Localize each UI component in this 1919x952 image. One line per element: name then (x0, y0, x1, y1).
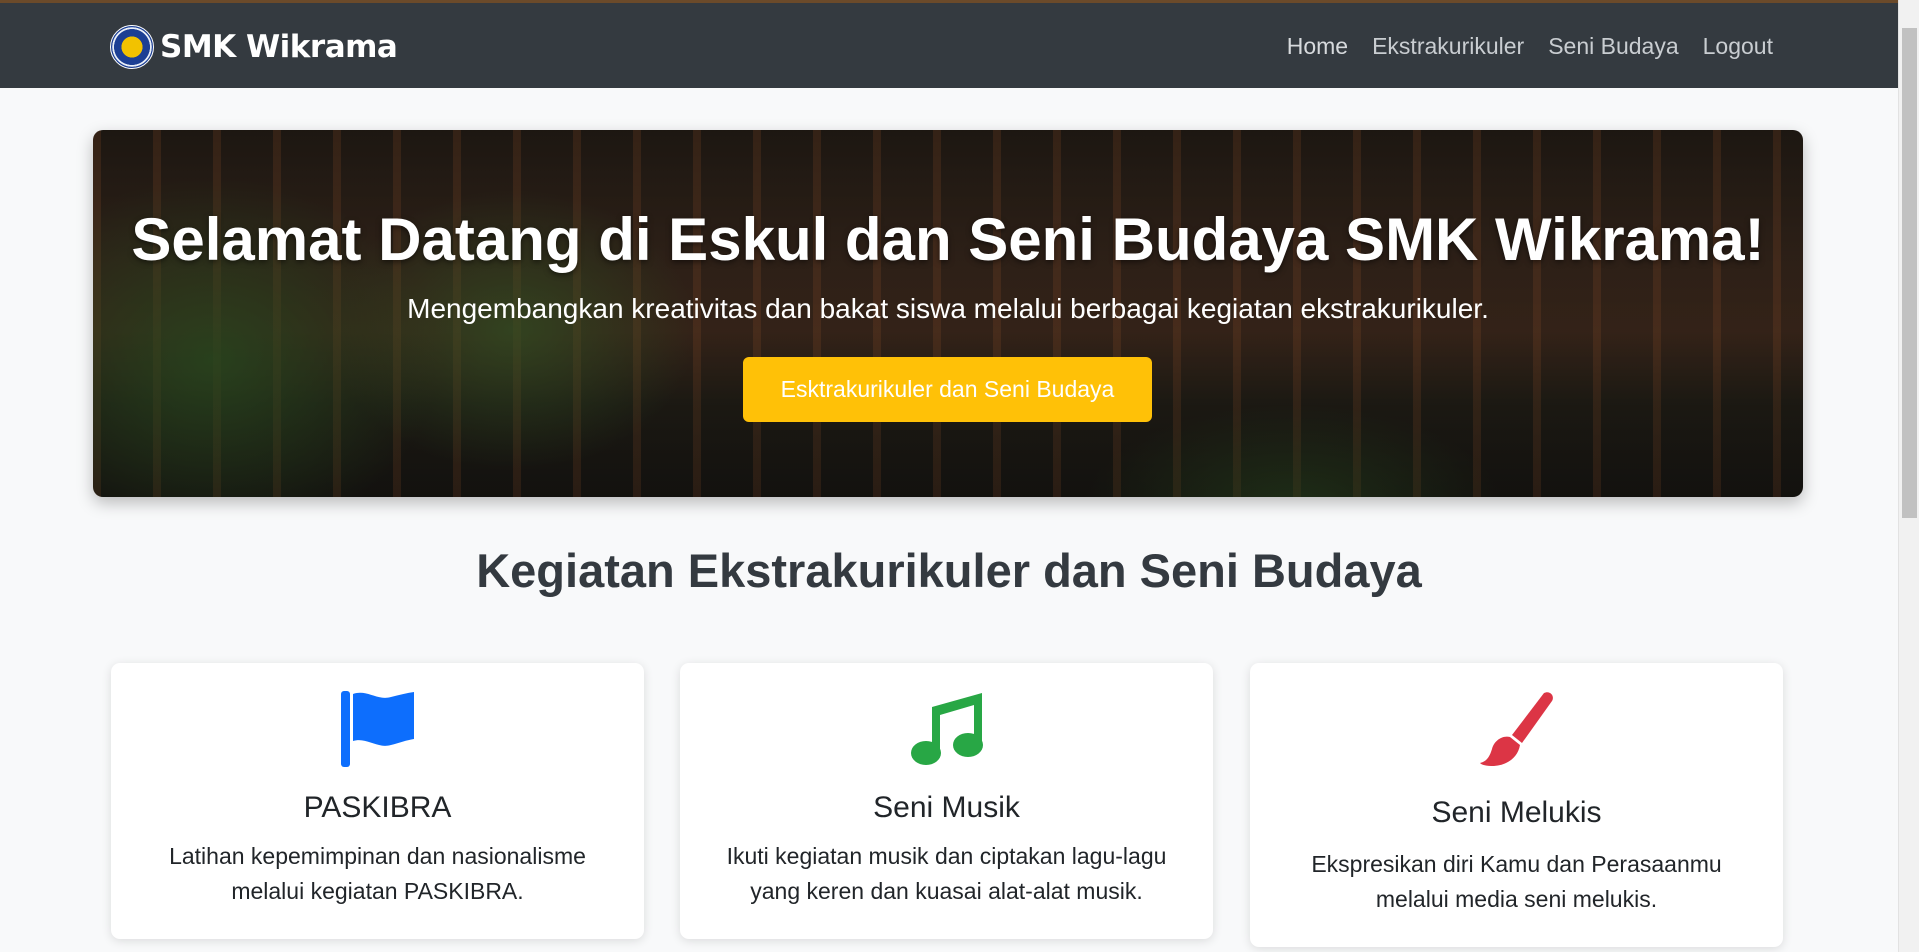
activity-card-seni-musik[interactable]: Seni Musik Ikuti kegiatan musik dan cipt… (680, 663, 1213, 939)
paintbrush-icon (1479, 691, 1554, 772)
activity-card-seni-melukis[interactable]: Seni Melukis Ekspresikan diri Kamu dan P… (1250, 663, 1783, 947)
vertical-scrollbar[interactable] (1898, 0, 1919, 952)
section-title: Kegiatan Ekstrakurikuler dan Seni Budaya (476, 544, 1422, 597)
brand-name: SMK Wikrama (160, 29, 398, 65)
nav-link-home[interactable]: Home (1287, 33, 1348, 60)
hero-cta-button[interactable]: Esktrakurikuler dan Seni Budaya (743, 357, 1152, 422)
flag-icon (340, 691, 415, 772)
nav-link-ekstrakurikuler[interactable]: Ekstrakurikuler (1372, 33, 1524, 60)
hero-title: Selamat Datang di Eskul dan Seni Budaya … (131, 206, 1765, 273)
card-title: Seni Melukis (1431, 796, 1602, 829)
nav-link-seni-budaya[interactable]: Seni Budaya (1548, 33, 1678, 60)
card-title: Seni Musik (873, 791, 1020, 824)
music-icon (910, 691, 984, 772)
scrollbar-thumb[interactable] (1902, 28, 1917, 518)
hero-banner: Selamat Datang di Eskul dan Seni Budaya … (93, 130, 1803, 497)
school-logo-icon (110, 25, 154, 69)
brand[interactable]: SMK Wikrama (110, 25, 398, 69)
activity-card-paskibra[interactable]: PASKIBRA Latihan kepemimpinan dan nasion… (111, 663, 644, 939)
card-description: Latihan kepemimpinan dan nasionalisme me… (169, 843, 586, 904)
card-title: PASKIBRA (303, 791, 452, 824)
nav-link-logout[interactable]: Logout (1703, 33, 1773, 60)
card-description: Ekspresikan diri Kamu dan Perasaanmu mel… (1311, 851, 1722, 912)
nav-links: Home Ekstrakurikuler Seni Budaya Logout (1287, 33, 1773, 60)
card-description: Ikuti kegiatan musik dan ciptakan lagu-l… (726, 843, 1167, 904)
hero-subtitle: Mengembangkan kreativitas dan bakat sisw… (407, 293, 1489, 324)
navbar: SMK Wikrama Home Ekstrakurikuler Seni Bu… (0, 3, 1898, 88)
